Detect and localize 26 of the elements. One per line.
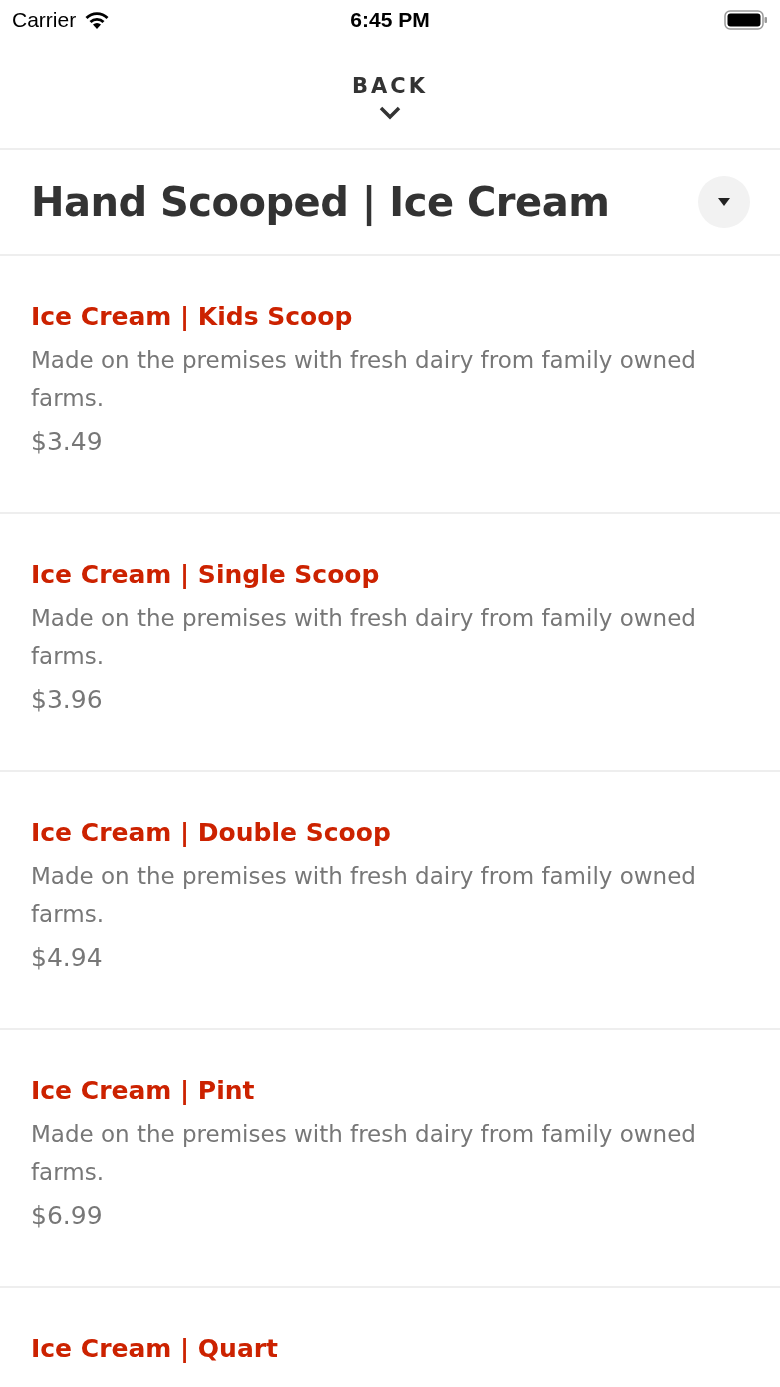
menu-item-row[interactable]: Ice Cream | Double Scoop Made on the premises with fresh dairy from family owned farms. $4.94 (0, 772, 780, 1030)
category-title: Hand Scooped | Ice Cream (31, 179, 610, 225)
item-price: $3.96 (31, 685, 104, 714)
item-name: Ice Cream | Single Scoop (31, 560, 381, 589)
item-name: Ice Cream | Pint (31, 1076, 256, 1105)
item-name: Ice Cream | Quart (31, 1334, 280, 1363)
item-name: Ice Cream | Double Scoop (31, 818, 392, 847)
clock-time: 6:45 PM (350, 8, 430, 32)
menu-item-row[interactable]: Ice Cream | Single Scoop Made on the premises with fresh dairy from family owned farms. $3.96 (0, 514, 780, 772)
item-description: Made on the premises with fresh dairy from family owned farms. (31, 1120, 697, 1187)
item-description: Made on the premises with fresh dairy from family owned farms. (31, 862, 697, 929)
collapse-toggle-button[interactable] (698, 176, 750, 228)
menu-item-row[interactable]: Ice Cream | Kids Scoop Made on the premises with fresh dairy from family owned farms. $3.49 (0, 256, 780, 514)
menu-item-row[interactable]: Ice Cream | Pint Made on the premises with fresh dairy from family owned farms. $6.99 (0, 1030, 780, 1288)
item-description: Made on the premises with fresh dairy from family owned farms. (31, 346, 697, 413)
wifi-icon (84, 10, 111, 30)
menu-item-row[interactable]: Ice Cream | Quart (0, 1288, 780, 1387)
chevron-down-icon (379, 106, 401, 120)
item-price: $6.99 (31, 1201, 104, 1230)
item-price: $4.94 (31, 943, 104, 972)
caret-icon (718, 197, 730, 207)
item-description: Made on the premises with fresh dairy from family owned farms. (31, 604, 697, 671)
carrier-label: Carrier (12, 8, 77, 32)
item-price: $3.49 (31, 427, 104, 456)
item-name: Ice Cream | Kids Scoop (31, 302, 354, 331)
battery-icon (724, 9, 768, 31)
